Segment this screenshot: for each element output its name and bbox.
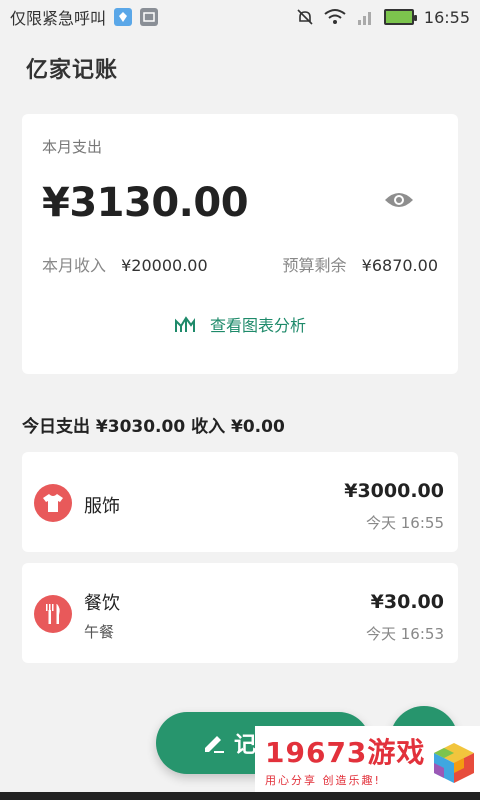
- fork-knife-icon: [34, 595, 72, 633]
- chart-icon: [174, 316, 195, 332]
- record-category: 服饰: [84, 496, 120, 517]
- budget-left-label: 预算剩余: [282, 256, 347, 275]
- budget-left-row: 预算剩余 ¥6870.00: [283, 252, 438, 276]
- watermark-text: 19673游戏 用心分享 创造乐趣!: [265, 738, 425, 788]
- record-amount: ¥3000.00: [344, 480, 444, 502]
- signal-icon: [357, 12, 371, 25]
- record-amount: ¥30.00: [370, 591, 444, 613]
- chart-analysis-link[interactable]: 查看图表分析: [22, 312, 458, 336]
- rubik-cube-logo-icon: [434, 743, 475, 783]
- add-record-label: 记: [234, 733, 257, 758]
- eye-icon[interactable]: [384, 190, 414, 210]
- budget-left-amount: ¥6870.00: [361, 256, 438, 275]
- record-note: 午餐: [84, 623, 115, 641]
- carrier-text: 仅限紧急呼叫: [10, 9, 107, 28]
- mute-icon: [297, 9, 313, 25]
- battery-icon: [383, 9, 417, 25]
- clock-text: 16:55: [423, 7, 470, 27]
- chart-link-label: 查看图表分析: [209, 316, 306, 335]
- pencil-icon: [205, 736, 224, 753]
- watermark-slogan: 用心分享 创造乐趣!: [265, 774, 381, 787]
- today-summary: 今日支出 ¥3030.00 收入 ¥0.00: [22, 417, 285, 437]
- month-income-amount: ¥20000.00: [121, 256, 208, 275]
- status-left: 仅限紧急呼叫: [10, 5, 159, 29]
- app-notification-icon: [114, 8, 133, 26]
- monthly-summary-card: 本月支出 ¥3130.00 本月收入 ¥20000.00 预算剩余 ¥6870.…: [22, 114, 458, 374]
- shirt-icon: [34, 484, 72, 522]
- nav-strip: [0, 792, 480, 800]
- watermark-brand: 19673游戏: [265, 736, 426, 769]
- status-bar: 仅限紧急呼叫 16:55: [0, 0, 480, 34]
- month-income-row: 本月收入 ¥20000.00: [42, 252, 208, 276]
- month-expense-label: 本月支出: [42, 138, 103, 156]
- record-time: 今天 16:55: [366, 514, 444, 532]
- record-item[interactable]: 餐饮 午餐 ¥30.00 今天 16:53: [22, 563, 458, 663]
- month-income-label: 本月收入: [42, 256, 107, 275]
- app-title: 亿家记账: [26, 58, 119, 83]
- app-bar: 亿家记账: [0, 34, 480, 102]
- image-notification-icon: [140, 8, 159, 26]
- record-item[interactable]: 服饰 ¥3000.00 今天 16:55: [22, 452, 458, 552]
- record-time: 今天 16:53: [366, 625, 444, 643]
- wifi-icon: [324, 9, 346, 24]
- status-right: 16:55: [296, 8, 470, 27]
- month-expense-amount: ¥3130.00: [42, 180, 249, 226]
- record-category: 餐饮: [84, 593, 120, 614]
- watermark: 19673游戏 用心分享 创造乐趣!: [255, 726, 480, 800]
